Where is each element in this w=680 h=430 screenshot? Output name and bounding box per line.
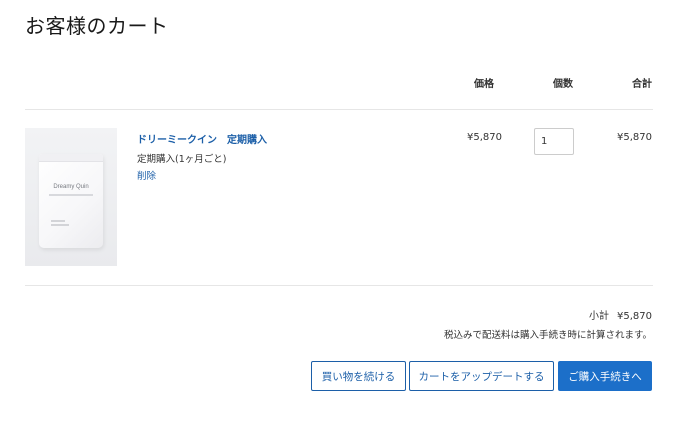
column-header-total: 合計	[632, 79, 652, 90]
subtotal-value: ¥5,870	[617, 311, 652, 322]
remove-item-link[interactable]: 削除	[137, 168, 156, 182]
continue-shopping-button[interactable]: 買い物を続ける	[311, 361, 406, 391]
summary-divider	[25, 285, 653, 286]
header-divider	[25, 109, 653, 110]
tax-shipping-note: 税込みで配送料は購入手続き時に計算されます。	[443, 330, 652, 341]
quantity-input[interactable]	[534, 128, 574, 155]
checkout-button[interactable]: ご購入手続きへ	[558, 361, 652, 391]
product-pouch-graphic: Dreamy Quin	[39, 154, 103, 248]
column-header-price: 価格	[474, 79, 494, 90]
page-title: お客様のカート	[25, 14, 169, 38]
item-price: ¥5,870	[467, 132, 502, 143]
product-variant: 定期購入(1ヶ月ごと)	[137, 154, 227, 165]
column-header-quantity: 個数	[553, 79, 573, 90]
item-line-total: ¥5,870	[617, 132, 652, 143]
product-image[interactable]: Dreamy Quin	[25, 128, 117, 266]
subtotal-row: 小計 ¥5,870	[589, 307, 652, 322]
subtotal-label: 小計	[589, 311, 609, 322]
product-name-link[interactable]: ドリーミークイン 定期購入	[137, 131, 267, 146]
product-brand-text: Dreamy Quin	[53, 184, 89, 190]
update-cart-button[interactable]: カートをアップデートする	[409, 361, 554, 391]
